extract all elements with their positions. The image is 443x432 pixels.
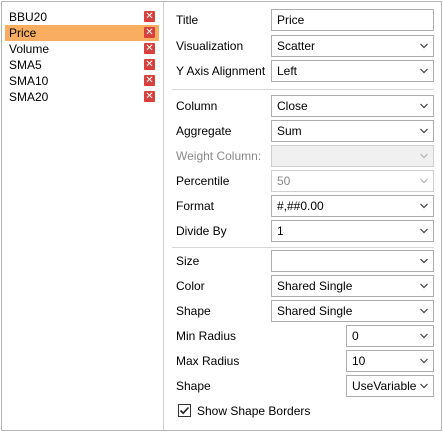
chevron-down-icon — [420, 103, 428, 109]
series-item-sma5[interactable]: SMA5 ✕ — [5, 57, 159, 73]
chevron-down-icon — [420, 178, 428, 184]
series-list: BBU20 ✕ Price ✕ Volume ✕ SMA5 ✕ SMA10 ✕ … — [2, 2, 161, 430]
chevron-down-icon — [420, 358, 428, 364]
format-label: Format — [176, 199, 215, 213]
delete-icon[interactable]: ✕ — [144, 75, 155, 86]
series-item-volume[interactable]: Volume ✕ — [5, 41, 159, 57]
shape-mode-value: UseVariable — [352, 379, 417, 393]
chevron-down-icon — [420, 128, 428, 134]
y-axis-alignment-value: Left — [277, 64, 298, 78]
column-value: Close — [277, 99, 308, 113]
series-item-sma10[interactable]: SMA10 ✕ — [5, 73, 159, 89]
series-item-label: SMA10 — [9, 74, 49, 88]
divider — [172, 247, 434, 248]
column-select[interactable]: Close — [271, 95, 434, 117]
chevron-down-icon — [420, 228, 428, 234]
series-item-sma20[interactable]: SMA20 ✕ — [5, 89, 159, 105]
series-item-label: SMA5 — [9, 58, 42, 72]
chevron-down-icon — [420, 68, 428, 74]
chevron-down-icon — [420, 153, 428, 159]
chevron-down-icon — [420, 283, 428, 289]
series-properties-window: BBU20 ✕ Price ✕ Volume ✕ SMA5 ✕ SMA10 ✕ … — [1, 1, 442, 431]
y-axis-alignment-label: Y Axis Alignment — [176, 64, 266, 78]
aggregate-label: Aggregate — [176, 124, 232, 138]
check-icon — [179, 406, 190, 415]
percentile-label: Percentile — [176, 174, 230, 188]
weight-column-select — [271, 145, 434, 167]
max-radius-label: Max Radius — [176, 354, 240, 368]
aggregate-value: Sum — [277, 124, 302, 138]
series-item-price[interactable]: Price ✕ — [5, 25, 159, 41]
min-radius-select[interactable]: 0 — [346, 325, 434, 347]
shape-select[interactable]: Shared Single — [271, 300, 434, 322]
min-radius-value: 0 — [352, 329, 359, 343]
title-input-value: Price — [277, 13, 305, 27]
color-select[interactable]: Shared Single — [271, 275, 434, 297]
delete-icon[interactable]: ✕ — [144, 91, 155, 102]
chevron-down-icon — [420, 383, 428, 389]
chevron-down-icon — [420, 308, 428, 314]
column-label: Column — [176, 99, 218, 113]
chevron-down-icon — [420, 333, 428, 339]
series-item-label: BBU20 — [9, 10, 48, 24]
series-item-label: SMA20 — [9, 90, 49, 104]
percentile-value: 50 — [277, 174, 291, 188]
delete-icon[interactable]: ✕ — [144, 27, 155, 38]
series-item-bbu20[interactable]: BBU20 ✕ — [5, 9, 159, 25]
chevron-down-icon — [420, 258, 428, 264]
shape-mode-select[interactable]: UseVariable — [346, 375, 434, 397]
chevron-down-icon — [420, 203, 428, 209]
y-axis-alignment-select[interactable]: Left — [271, 60, 434, 82]
visualization-label: Visualization — [176, 39, 244, 53]
weight-column-label: Weight Column: — [176, 149, 262, 163]
size-label: Size — [176, 254, 200, 268]
series-item-label: Volume — [9, 42, 50, 56]
format-value: #,##0.00 — [277, 199, 324, 213]
delete-icon[interactable]: ✕ — [144, 43, 155, 54]
shape-label: Shape — [176, 304, 211, 318]
divider — [172, 89, 434, 90]
visualization-select[interactable]: Scatter — [271, 35, 434, 57]
visualization-value: Scatter — [277, 39, 316, 53]
percentile-select: 50 — [271, 170, 434, 192]
show-shape-borders-label[interactable]: Show Shape Borders — [197, 401, 310, 421]
format-select[interactable]: #,##0.00 — [271, 195, 434, 217]
divide-by-label: Divide By — [176, 224, 227, 238]
min-radius-label: Min Radius — [176, 329, 237, 343]
delete-icon[interactable]: ✕ — [144, 11, 155, 22]
panel-splitter[interactable] — [163, 2, 164, 430]
max-radius-select[interactable]: 10 — [346, 350, 434, 372]
divide-by-select[interactable]: 1 — [271, 220, 434, 242]
series-item-label: Price — [9, 26, 37, 40]
divide-by-value: 1 — [277, 224, 284, 238]
chevron-down-icon — [420, 43, 428, 49]
title-label: Title — [176, 13, 199, 27]
size-select[interactable] — [271, 250, 434, 272]
aggregate-select[interactable]: Sum — [271, 120, 434, 142]
title-input[interactable]: Price — [271, 9, 434, 31]
color-label: Color — [176, 279, 205, 293]
shape-value: Shared Single — [277, 304, 353, 318]
color-value: Shared Single — [277, 279, 353, 293]
show-shape-borders-checkbox[interactable] — [178, 404, 191, 417]
max-radius-value: 10 — [352, 354, 366, 368]
delete-icon[interactable]: ✕ — [144, 59, 155, 70]
shape-mode-label: Shape — [176, 379, 211, 393]
